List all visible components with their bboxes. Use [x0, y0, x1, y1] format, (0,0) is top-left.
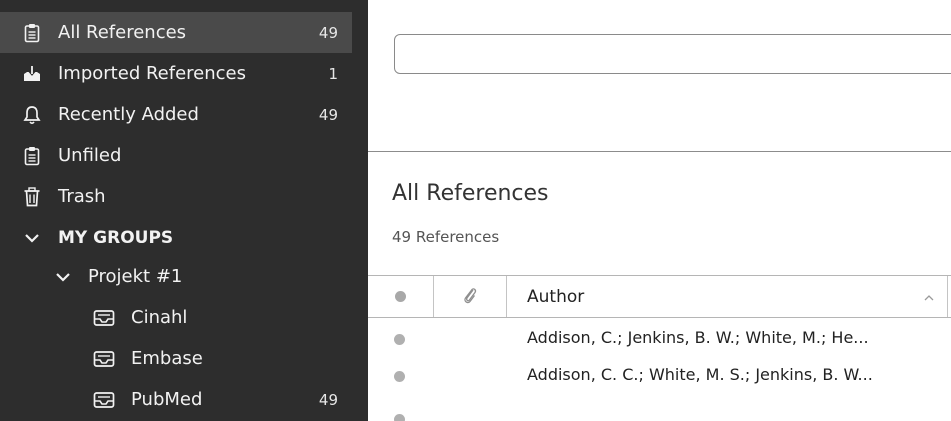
group-tray-icon — [93, 389, 115, 411]
import-icon — [21, 63, 43, 85]
group-item-count: 49 — [318, 390, 338, 409]
bell-icon — [21, 104, 43, 126]
read-status-dot[interactable] — [394, 371, 405, 382]
sidebar-item-label: Trash — [58, 186, 106, 207]
sidebar-item-count: 49 — [318, 105, 338, 124]
paperclip-icon — [462, 285, 478, 309]
main-panel: All References 49 References Author Addi… — [368, 0, 951, 421]
table-row-partial[interactable] — [368, 394, 951, 421]
row-author: Addison, C.; Jenkins, B. W.; White, M.; … — [527, 328, 869, 347]
group-item-label: PubMed — [131, 389, 203, 410]
chevron-down-icon — [21, 227, 43, 249]
group-item-embase[interactable]: Embase — [0, 338, 352, 379]
sidebar-item-count: 49 — [318, 23, 338, 42]
group-item-label: Embase — [131, 348, 203, 369]
sidebar-item-unfiled[interactable]: Unfiled — [0, 135, 352, 176]
clipboard-icon — [21, 22, 43, 44]
my-groups-label: MY GROUPS — [58, 227, 174, 248]
sidebar-item-all-references[interactable]: All References 49 — [0, 12, 352, 53]
read-status-dot[interactable] — [394, 414, 405, 421]
table-row[interactable]: Addison, C. C.; White, M. S.; Jenkins, B… — [368, 357, 951, 395]
table-row[interactable]: Addison, C.; Jenkins, B. W.; White, M.; … — [368, 320, 951, 358]
sidebar-item-trash[interactable]: Trash — [0, 176, 352, 217]
sidebar-item-imported-references[interactable]: Imported References 1 — [0, 53, 352, 94]
group-item-pubmed[interactable]: PubMed 49 — [0, 379, 352, 420]
group-item-label: Cinahl — [131, 307, 188, 328]
sidebar-item-label: Imported References — [58, 63, 246, 84]
sidebar-item-label: All References — [58, 22, 187, 43]
page-title: All References — [392, 181, 549, 206]
author-column-label: Author — [527, 286, 585, 307]
my-groups-header[interactable]: MY GROUPS — [0, 217, 352, 258]
read-status-dot-icon — [395, 291, 406, 302]
group-set-projekt-1[interactable]: Projekt #1 — [0, 256, 352, 297]
attachment-column-header[interactable] — [434, 276, 507, 317]
sidebar-scrollbar[interactable] — [352, 0, 368, 421]
group-tray-icon — [93, 307, 115, 329]
reference-count: 49 References — [392, 228, 500, 246]
clipboard-lines-icon — [21, 145, 43, 167]
author-column-header[interactable]: Author — [507, 276, 948, 317]
sidebar-item-label: Recently Added — [58, 104, 199, 125]
row-author: Addison, C. C.; White, M. S.; Jenkins, B… — [527, 365, 873, 384]
sidebar: All References 49 Imported References 1 … — [0, 0, 368, 421]
table-header: Author — [368, 275, 951, 318]
sidebar-item-recently-added[interactable]: Recently Added 49 — [0, 94, 352, 135]
group-item-cinahl[interactable]: Cinahl — [0, 297, 352, 338]
sidebar-item-label: Unfiled — [58, 145, 122, 166]
sidebar-item-count: 1 — [328, 64, 338, 83]
read-status-dot[interactable] — [394, 334, 405, 345]
read-status-column-header[interactable] — [368, 276, 434, 317]
search-area — [368, 0, 951, 152]
group-tray-icon — [93, 348, 115, 370]
sort-ascending-icon[interactable] — [923, 288, 935, 308]
trash-icon — [21, 186, 43, 208]
search-input[interactable] — [394, 34, 951, 74]
chevron-down-icon — [52, 266, 74, 288]
group-set-label: Projekt #1 — [88, 266, 183, 287]
